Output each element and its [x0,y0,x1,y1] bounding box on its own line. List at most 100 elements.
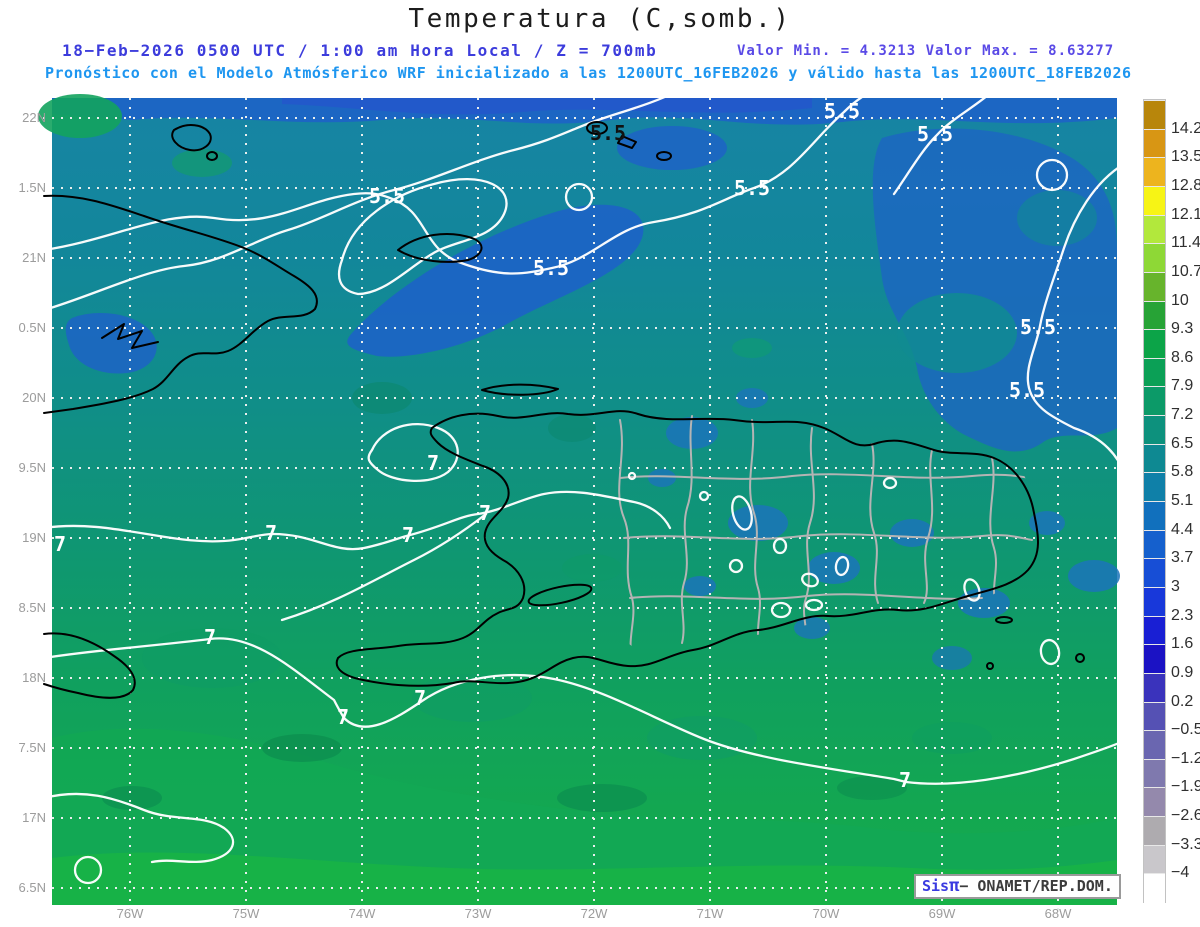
contour-label: 5.5 [590,121,626,145]
colorbar-tick-label: −1.2 [1171,749,1200,767]
pi-glyph: π [949,876,960,896]
colorbar-scale [1143,99,1166,903]
contour-label: 5.5 [533,256,569,280]
contour-label: 5.5 [734,176,770,200]
lat-tick-label: 0.5N [18,320,46,335]
lon-tick-label: 71W [696,906,724,921]
colorbar-segment [1144,873,1165,903]
colorbar-tick-label: 5.1 [1171,492,1194,509]
credit-badge: Sisπ− ONAMET/REP.DOM. [914,874,1121,899]
lat-tick-label: 18N [22,670,46,685]
colorbar-segment [1144,243,1165,273]
colorbar-segment [1144,271,1165,302]
colorbar-segment [1144,329,1165,359]
lat-tick-label: 6.5N [18,880,46,895]
temperature-contour-map: 5.5 5.5 5.5 5.5 5.5 5.5 5.5 5.5 7 7 7 7 7 7 7 7 7 [34,86,1128,911]
colorbar-tick-label: 1.6 [1171,635,1194,653]
colorbar-segment [1144,157,1165,187]
lat-tick-label: 1.5N [18,180,46,195]
lon-tick-label: 69W [928,906,956,921]
colorbar-tick-label: 0.2 [1171,692,1194,710]
colorbar-segment [1144,730,1165,760]
colorbar-segment [1144,586,1165,617]
colorbar-segment [1144,415,1165,445]
lon-tick-label: 68W [1044,906,1072,921]
colorbar-tick-label: 14.2 [1171,119,1200,137]
lat-tick-label: 8.5N [18,600,46,615]
colorbar-segment [1144,357,1165,388]
lat-tick-label: 7.5N [18,740,46,755]
lat-tick-label: 22N [22,110,46,125]
colorbar-segment [1144,501,1165,531]
colorbar-segment [1144,672,1165,703]
lat-tick-label: 9.5N [18,460,46,475]
colorbar-tick-label: 3 [1171,577,1180,595]
colorbar-tick-label: −1.9 [1171,778,1200,796]
lat-tick-label: 17N [22,810,46,825]
colorbar-segment [1144,644,1165,674]
colorbar-segment [1144,100,1165,130]
contour-label: 5.5 [1020,315,1056,339]
min-max-values: Valor Min. = 4.3213 Valor Max. = 8.63277 [737,43,1115,59]
contour-label: 5.5 [1009,378,1045,402]
colorbar-segment [1144,701,1165,732]
weather-map-page: Temperatura (C,somb.) 18−Feb−2026 0500 U… [0,0,1200,927]
colorbar-tick-label: −3.3 [1171,835,1200,853]
colorbar-tick-label: 6.5 [1171,434,1194,452]
colorbar-tick-label: 10 [1171,291,1189,309]
credit-text: − ONAMET/REP.DOM. [959,877,1113,895]
colorbar-tick-label: −2.6 [1171,807,1200,825]
colorbar-tick-label: 4.4 [1171,520,1194,538]
colorbar-tick-label: 8.6 [1171,348,1194,366]
valid-time-subtitle: 18−Feb−2026 0500 UTC / 1:00 am Hora Loca… [62,41,658,60]
colorbar-segment [1144,443,1165,474]
model-run-subtitle: Pronóstico con el Modelo Atmósferico WRF… [45,64,1132,82]
colorbar-tick-label: −4 [1171,864,1190,882]
colorbar-tick-label: 5.8 [1171,463,1194,481]
lon-tick-label: 74W [348,906,376,921]
colorbar-segment [1144,615,1165,646]
colorbar-tick-label: 11.4 [1171,234,1200,252]
colorbar-tick-label: 7.2 [1171,406,1194,424]
contour-label: 7 [265,521,277,545]
colorbar-segment [1144,472,1165,502]
sispi-logo-text: Sis [922,877,950,895]
colorbar-tick-label: 3.7 [1171,549,1194,567]
contour-label: 7 [479,501,491,525]
lat-tick-label: 20N [22,390,46,405]
contour-label: 7 [204,625,216,649]
colorbar-tick-label: 2.3 [1171,606,1194,624]
colorbar-segment [1144,844,1165,875]
contour-label: 7 [337,705,349,729]
colorbar-segment [1144,529,1165,560]
contour-label: 7 [414,686,426,710]
colorbar-segment [1144,386,1165,417]
contour-label: 7 [427,451,439,475]
lon-tick-label: 75W [232,906,260,921]
colorbar-segment [1144,214,1165,245]
colorbar-segment [1144,816,1165,846]
colorbar-tick-label: 7.9 [1171,377,1194,395]
colorbar-tick-label: 13.5 [1171,148,1200,166]
colorbar-segment [1144,300,1165,331]
colorbar-segment [1144,558,1165,588]
colorbar-segment [1144,185,1165,216]
lon-tick-label: 76W [116,906,144,921]
colorbar-tick-label: 10.7 [1171,262,1200,280]
colorbar-segment [1144,128,1165,159]
page-title: Temperatura (C,somb.) [408,4,792,34]
contour-label: 7 [54,532,66,556]
colorbar-tick-label: 12.8 [1171,176,1200,194]
colorbar-segment [1144,787,1165,818]
contour-label: 7 [899,768,911,792]
colorbar: 14.2 13.5 12.8 12.1 11.4 10.7 10 9.3 8.6 7.9 7.2 6.… [1143,99,1200,910]
lon-tick-label: 70W [812,906,840,921]
contour-label: 5.5 [824,99,860,123]
colorbar-tick-label: 9.3 [1171,320,1194,338]
contour-label: 7 [402,523,414,547]
lat-tick-label: 19N [22,530,46,545]
colorbar-segment [1144,758,1165,789]
lon-tick-label: 73W [464,906,492,921]
contour-label: 5.5 [917,122,953,146]
lat-tick-label: 21N [22,250,46,265]
